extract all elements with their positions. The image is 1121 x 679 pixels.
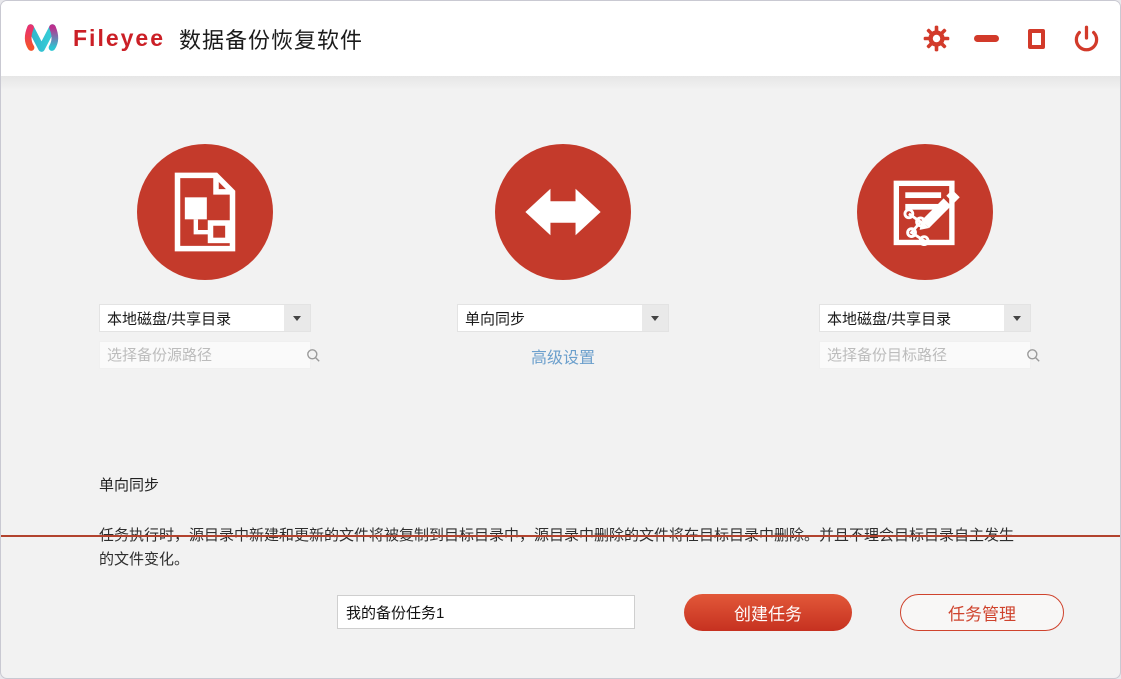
source-type-value: 本地磁盘/共享目录 (107, 310, 232, 328)
brand-name: Fileyee (73, 25, 165, 51)
footer-divider (1, 535, 1120, 537)
sync-mode-heading: 单向同步 (99, 477, 160, 494)
sync-mode-description: 任务执行时，源目录中新建和更新的文件将被复制到目标目录中，源目录中删除的文件将在… (99, 527, 1015, 568)
source-document-icon (174, 172, 236, 252)
fileyee-logo-icon (24, 23, 59, 52)
maximize-icon (1028, 28, 1045, 49)
source-dropdown-arrow[interactable] (284, 305, 310, 331)
target-path-input[interactable] (820, 342, 1026, 368)
target-path-field (819, 341, 1040, 369)
minimize-button[interactable] (973, 25, 1000, 52)
titlebar: Fileyee 数据备份恢复软件 (1, 1, 1120, 90)
minimize-icon (974, 35, 999, 42)
power-icon (1074, 25, 1099, 52)
search-icon[interactable] (1026, 348, 1041, 363)
two-way-arrow-icon (525, 188, 601, 236)
window-controls (923, 25, 1100, 52)
target-type-value: 本地磁盘/共享目录 (827, 310, 952, 328)
chevron-down-icon (293, 315, 301, 321)
search-icon[interactable] (306, 348, 321, 363)
source-circle (137, 144, 273, 280)
advanced-settings-link[interactable]: 高级设置 (457, 344, 669, 368)
target-dropdown-arrow[interactable] (1004, 305, 1030, 331)
target-edit-icon (893, 180, 960, 247)
target-type-dropdown[interactable]: 本地磁盘/共享目录 (819, 304, 1031, 332)
gear-icon (923, 25, 950, 52)
sync-dropdown-arrow[interactable] (642, 305, 668, 331)
sync-mode-value: 单向同步 (465, 310, 526, 328)
target-circle (857, 144, 993, 280)
maximize-button[interactable] (1023, 25, 1050, 52)
source-path-field (99, 341, 320, 369)
chevron-down-icon (651, 315, 659, 321)
app-title: 数据备份恢复软件 (179, 27, 364, 53)
source-type-dropdown[interactable]: 本地磁盘/共享目录 (99, 304, 311, 332)
task-manage-button[interactable]: 任务管理 (900, 594, 1064, 631)
task-name-input[interactable] (337, 595, 635, 629)
settings-button[interactable] (923, 25, 950, 52)
create-task-button[interactable]: 创建任务 (684, 594, 852, 631)
source-path-input[interactable] (100, 342, 306, 368)
sync-mode-dropdown[interactable]: 单向同步 (457, 304, 669, 332)
app-window: Fileyee 数据备份恢复软件 本地磁盘/共享目录 选择备份源路径 单向同步 … (0, 0, 1121, 679)
chevron-down-icon (1013, 315, 1021, 321)
sync-circle (495, 144, 631, 280)
power-button[interactable] (1073, 25, 1100, 52)
